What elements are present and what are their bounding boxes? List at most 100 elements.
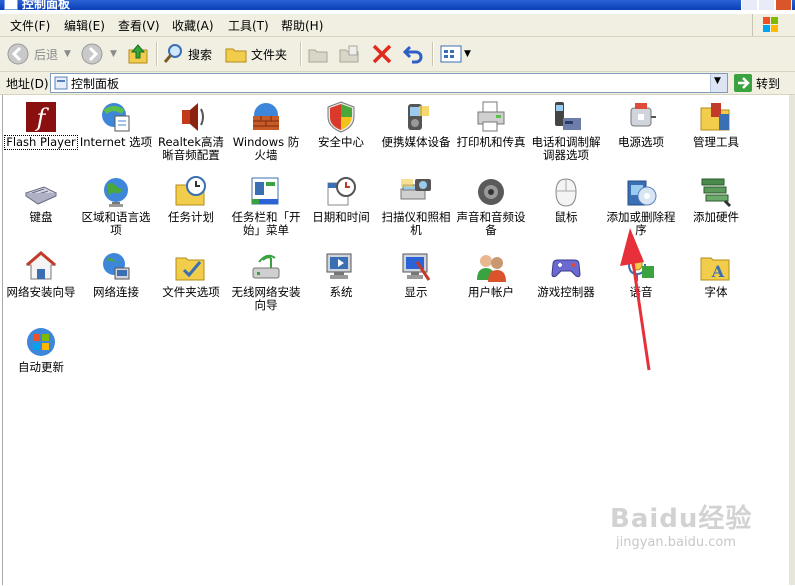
menu-view[interactable]: 查看(V) [118, 17, 160, 34]
item-label-wrap: Flash Player [3, 134, 79, 150]
back-dropdown-icon[interactable]: ▼ [64, 49, 71, 59]
folders-button[interactable]: 文件夹 [225, 41, 287, 67]
baidu-watermark: Baidu经验 jingyan.baidu.com [610, 498, 752, 550]
svg-text:A: A [711, 262, 725, 281]
toolbar-separator [156, 42, 158, 66]
control-panel-item[interactable]: 便携媒体设备 [378, 100, 454, 149]
toolbar-separator [432, 42, 434, 66]
delete-x-icon [372, 44, 392, 64]
control-panel-item[interactable]: 用户帐户 [453, 250, 529, 299]
folder-options-icon [174, 250, 208, 284]
control-panel-item[interactable]: 无线网络安装向导 [228, 250, 304, 312]
control-panel-item[interactable]: 电源选项 [603, 100, 679, 149]
address-dropdown-button[interactable]: ▼ [710, 74, 727, 92]
item-label-wrap: Windows 防火墙 [228, 136, 304, 162]
close-button[interactable] [775, 0, 792, 10]
minimize-button[interactable] [741, 0, 758, 10]
control-panel-item[interactable]: Windows 防火墙 [228, 100, 304, 162]
internet-options-icon [99, 100, 133, 134]
views-dropdown-icon[interactable]: ▼ [464, 49, 471, 59]
wireless-icon [249, 250, 283, 284]
back-button[interactable]: 后退 ▼ [6, 41, 71, 67]
control-panel-item[interactable]: 管理工具 [678, 100, 754, 149]
control-panel-item[interactable]: Realtek高清晰音频配置 [153, 100, 229, 162]
item-label: 游戏控制器 [537, 285, 595, 299]
move-to-button[interactable] [307, 41, 329, 67]
control-panel-item[interactable]: 声音和音频设备 [453, 175, 529, 237]
control-panel-item[interactable]: 网络连接 [78, 250, 154, 299]
printer-icon [474, 100, 508, 134]
go-button[interactable]: 转到 [734, 74, 780, 92]
network-connections-icon [99, 250, 133, 284]
control-panel-item[interactable]: 任务计划 [153, 175, 229, 224]
item-label-wrap: 电源选项 [603, 136, 679, 149]
control-panel-item[interactable]: 显示 [378, 250, 454, 299]
item-label-wrap: 自动更新 [3, 361, 79, 374]
watermark-main: Baidu经验 [610, 504, 753, 534]
undo-button[interactable] [403, 41, 425, 67]
control-panel-item[interactable]: 打印机和传真 [453, 100, 529, 149]
search-button[interactable]: 搜索 [162, 41, 212, 67]
menu-bar: 文件(F) 编辑(E) 查看(V) 收藏(A) 工具(T) 帮助(H) [0, 14, 795, 37]
address-input[interactable]: 控制面板 ▼ [50, 73, 728, 93]
control-panel-item[interactable]: f Flash Player [3, 100, 79, 150]
sound-icon [474, 175, 508, 209]
control-panel-item[interactable]: A 字体 [678, 250, 754, 299]
control-panel-item[interactable]: Internet 选项 [78, 100, 154, 149]
control-panel-item[interactable]: 电话和调制解调器选项 [528, 100, 604, 162]
item-label: 声音和音频设备 [456, 210, 526, 237]
control-panel-item[interactable]: 键盘 [3, 175, 79, 224]
mouse-icon [549, 175, 583, 209]
menu-favorites[interactable]: 收藏(A) [172, 17, 214, 34]
item-label: 网络安装向导 [6, 285, 76, 299]
item-label: 网络连接 [93, 285, 139, 299]
control-panel-item[interactable]: 区域和语言选项 [78, 175, 154, 237]
item-label-wrap: 日期和时间 [303, 211, 379, 224]
item-label-wrap: 电话和调制解调器选项 [528, 136, 604, 162]
maximize-button[interactable] [758, 0, 775, 10]
item-label-wrap: Internet 选项 [78, 136, 154, 149]
control-panel-item[interactable]: 添加或删除程序 [603, 175, 679, 237]
menu-edit[interactable]: 编辑(E) [64, 17, 105, 34]
item-label: 自动更新 [18, 360, 64, 374]
control-panel-item[interactable]: 任务栏和「开始」菜单 [228, 175, 304, 237]
item-label: 扫描仪和照相机 [381, 210, 451, 237]
item-label-wrap: Realtek高清晰音频配置 [153, 136, 229, 162]
folder-icon [225, 48, 247, 63]
copy-to-button[interactable] [338, 41, 360, 67]
item-label-wrap: 添加或删除程序 [603, 211, 679, 237]
item-label: 用户帐户 [468, 285, 514, 299]
control-panel-item[interactable]: 自动更新 [3, 325, 79, 374]
menu-tools[interactable]: 工具(T) [228, 17, 269, 34]
control-panel-item[interactable]: 文件夹选项 [153, 250, 229, 299]
item-label: Windows 防火墙 [232, 135, 300, 162]
control-panel-item[interactable]: 安全中心 [303, 100, 379, 149]
keyboard-icon [24, 175, 58, 209]
control-panel-item[interactable]: 网络安装向导 [3, 250, 79, 299]
control-panel-item[interactable]: 添加硬件 [678, 175, 754, 224]
item-label-wrap: 声音和音频设备 [453, 211, 529, 237]
move-to-icon [308, 49, 328, 63]
address-bar: 地址(D) 控制面板 ▼ 转到 [0, 72, 795, 95]
item-label: 任务栏和「开始」菜单 [231, 210, 301, 237]
forward-dropdown-icon[interactable]: ▼ [110, 49, 117, 59]
views-button[interactable]: ▼ [440, 41, 471, 67]
control-panel-item[interactable]: 系统 [303, 250, 379, 299]
globe-icon [99, 175, 133, 209]
item-label-wrap: 安全中心 [303, 136, 379, 149]
control-panel-item[interactable]: 语音 [603, 250, 679, 299]
item-label: 安全中心 [318, 135, 364, 149]
up-button[interactable] [126, 41, 150, 67]
menu-file[interactable]: 文件(F) [10, 17, 50, 34]
speaker-icon [174, 100, 208, 134]
item-label-wrap: 添加硬件 [678, 211, 754, 224]
item-label-wrap: 网络连接 [78, 286, 154, 299]
control-panel-item[interactable]: 鼠标 [528, 175, 604, 224]
title-bar: 控制面板 [0, 0, 795, 10]
forward-button[interactable]: ▼ [80, 41, 117, 67]
delete-button[interactable] [371, 41, 393, 67]
control-panel-item[interactable]: 游戏控制器 [528, 250, 604, 299]
control-panel-item[interactable]: 扫描仪和照相机 [378, 175, 454, 237]
menu-help[interactable]: 帮助(H) [281, 17, 323, 34]
control-panel-item[interactable]: 日期和时间 [303, 175, 379, 224]
